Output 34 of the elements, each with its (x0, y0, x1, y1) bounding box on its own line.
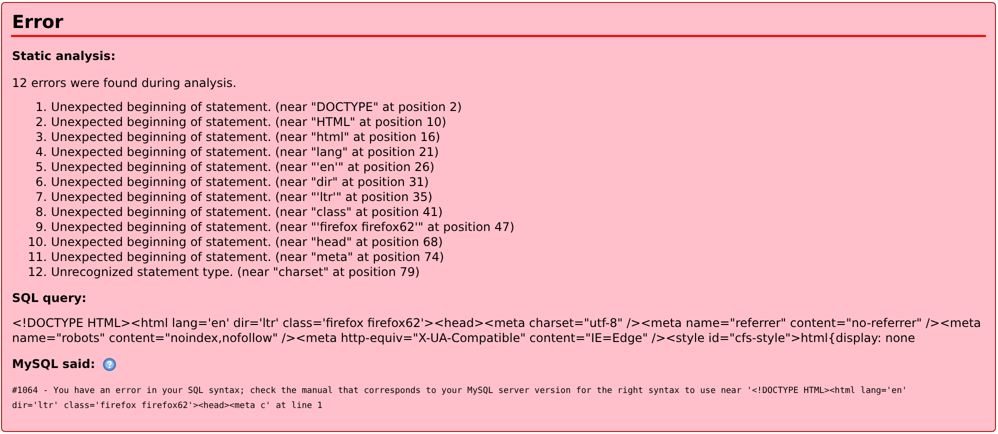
list-number: 3. (34, 130, 48, 145)
error-message: Unexpected beginning of statement. (near "meta" at position 74) (51, 250, 444, 265)
list-number: 12. (26, 265, 48, 280)
error-message: Unexpected beginning of statement. (near "html" at position 16) (51, 130, 440, 145)
list-number: 11. (26, 250, 48, 265)
error-message: Unexpected beginning of statement. (near "dir" at position 31) (51, 175, 429, 190)
list-number: 9. (34, 220, 48, 235)
error-message: Unexpected beginning of statement. (near "class" at position 41) (51, 205, 443, 220)
list-number: 6. (34, 175, 48, 190)
error-message: Unrecognized statement type. (near "charset" at position 79) (51, 265, 420, 280)
mysql-error-line: dir='ltr' class='firefox firefox62'><head><meta c' at line 1 (12, 400, 324, 413)
mysql-error-line: #1064 - You have an error in your SQL syntax; check the manual that corresponds to your MySQL server version for the right syntax to use near '<!DOCTYPE HTML><html lang='en' (12, 385, 908, 398)
error-summary: 12 errors were found during analysis. (11, 76, 238, 91)
list-number: 1. (34, 100, 48, 115)
error-message: Unexpected beginning of statement. (near "'en'" at position 26) (51, 160, 434, 175)
list-number: 2. (34, 115, 48, 130)
error-message: Unexpected beginning of statement. (near "'firefox firefox62'" at position 47) (51, 220, 514, 235)
help-icon[interactable] (103, 358, 116, 371)
error-message: Unexpected beginning of statement. (near "DOCTYPE" at position 2) (51, 100, 462, 115)
list-number: 7. (34, 190, 48, 205)
error-message: Unexpected beginning of statement. (near "lang" at position 21) (51, 145, 439, 160)
sql-query-line: <!DOCTYPE HTML><html lang='en' dir='ltr' class='firefox firefox62'><head><meta charset="utf-8" /><meta name="referrer" content="no-referrer" /><meta (12, 316, 982, 331)
list-number: 8. (34, 205, 48, 220)
section-heading: SQL query: (12, 291, 88, 306)
sql-query-line: name="robots" content="noindex,nofollow" /><meta http-equiv="X-UA-Compatible" content="IE=Edge" /><style id="cfs-style">html{display: none (12, 331, 916, 346)
error-message: Unexpected beginning of statement. (near "'ltr'" at position 35) (51, 190, 432, 205)
error-message: Unexpected beginning of statement. (near "head" at position 68) (51, 235, 443, 250)
section-heading: MySQL said: (12, 357, 96, 372)
list-number: 5. (34, 160, 48, 175)
list-number: 4. (34, 145, 48, 160)
error-title: Error (11, 9, 986, 37)
section-heading: Static analysis: (12, 49, 116, 64)
error-message: Unexpected beginning of statement. (near "HTML" at position 10) (51, 115, 446, 130)
list-number: 10. (26, 235, 48, 250)
